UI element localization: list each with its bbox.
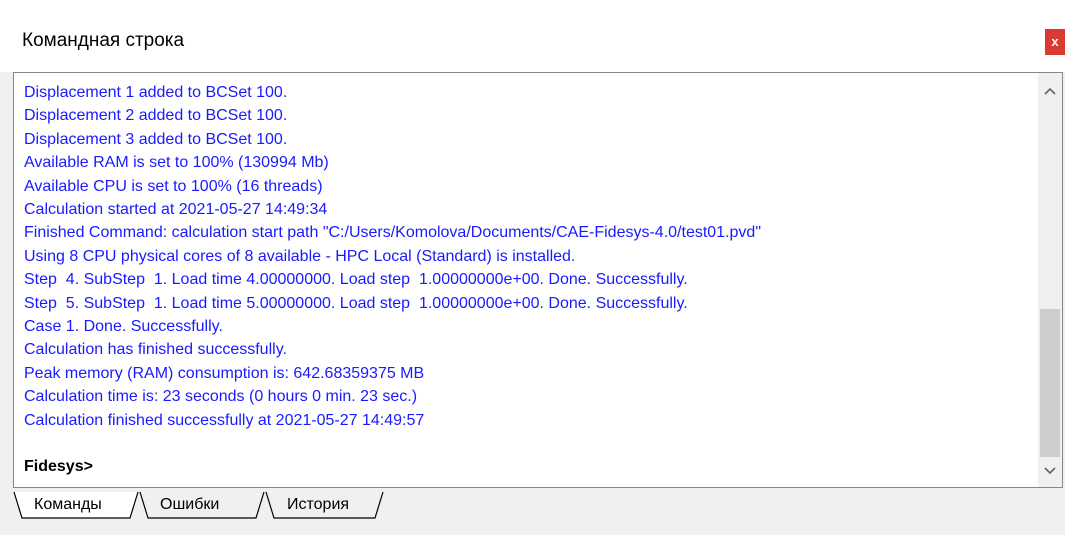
output-line: Step 5. SubStep 1. Load time 5.00000000.…	[24, 294, 688, 312]
output-line: Displacement 1 added to BCSet 100.	[24, 84, 288, 101]
chevron-up-icon	[1044, 87, 1056, 95]
output-line: Available CPU is set to 100% (16 threads…	[24, 177, 323, 195]
output-line: Using 8 CPU physical cores of 8 availabl…	[24, 247, 576, 265]
vertical-scrollbar[interactable]	[1038, 73, 1062, 487]
output-line: Calculation time is: 23 seconds (0 hours…	[24, 388, 418, 406]
output-line: Peak memory (RAM) consumption is: 642.68…	[24, 364, 425, 382]
output-line: Available RAM is set to 100% (130994 Mb)	[24, 154, 329, 172]
output-line: Displacement 3 added to BCSet 100.	[24, 130, 288, 148]
window-title: Командная строка	[22, 30, 185, 51]
output-line: Calculation finished successfully at 202…	[24, 411, 425, 429]
output-line: Displacement 2 added to BCSet 100.	[24, 107, 288, 125]
title-bar: Командная строка x	[0, 0, 1065, 72]
tab-history[interactable]: История	[287, 496, 349, 514]
tab-errors[interactable]: Ошибки	[160, 496, 219, 514]
command-prompt[interactable]: Fidesys>	[24, 458, 93, 476]
scroll-up-button[interactable]	[1038, 79, 1062, 103]
tab-commands[interactable]: Команды	[34, 496, 102, 514]
command-line-window: Командная строка x Displacement 1 added …	[0, 0, 1065, 535]
console-panel[interactable]: Displacement 1 added to BCSet 100. Displ…	[13, 72, 1063, 488]
output-line: Calculation has finished successfully.	[24, 341, 287, 359]
console-output: Displacement 1 added to BCSet 100. Displ…	[24, 81, 1034, 432]
scroll-down-button[interactable]	[1038, 459, 1062, 483]
close-button[interactable]: x	[1045, 29, 1065, 55]
output-line: Case 1. Done. Successfully.	[24, 318, 223, 336]
output-line: Step 4. SubStep 1. Load time 4.00000000.…	[24, 271, 688, 289]
output-line: Finished Command: calculation start path…	[24, 224, 761, 242]
chevron-down-icon	[1044, 467, 1056, 475]
output-line: Calculation started at 2021-05-27 14:49:…	[24, 201, 328, 219]
scroll-thumb[interactable]	[1040, 309, 1060, 457]
